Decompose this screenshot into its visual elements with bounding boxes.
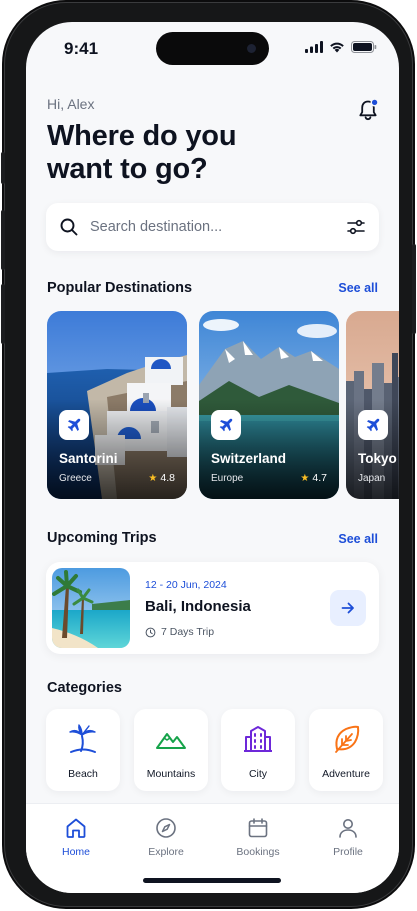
trip-destination: Bali, Indonesia xyxy=(145,598,251,615)
page-title: Where do you want to go? xyxy=(47,120,327,186)
bell-icon xyxy=(359,98,379,121)
rating-value: 4.8 xyxy=(160,472,175,484)
category-adventure[interactable]: Adventure xyxy=(309,709,383,791)
categories-section-title: Categories xyxy=(47,680,122,696)
destination-card-switzerland[interactable]: Switzerland Europe ★ 4.7 xyxy=(199,311,339,499)
leaf-icon xyxy=(335,725,360,753)
nav-label: Explore xyxy=(148,846,184,858)
notifications-button[interactable] xyxy=(354,96,382,124)
destination-card-tokyo[interactable]: Tokyo Japan xyxy=(346,311,399,499)
rating-value: 4.7 xyxy=(312,472,327,484)
trip-open-button[interactable] xyxy=(330,590,366,626)
category-label: Beach xyxy=(68,768,98,780)
signal-icon xyxy=(305,41,323,53)
destination-rating: ★ 4.8 xyxy=(148,472,175,484)
mountain-icon xyxy=(156,733,186,749)
destination-name: Tokyo xyxy=(358,451,397,466)
home-indicator[interactable] xyxy=(143,878,281,883)
plane-icon xyxy=(219,418,233,432)
category-label: City xyxy=(248,768,268,780)
upcoming-see-all-link[interactable]: See all xyxy=(338,532,378,546)
nav-profile[interactable]: Profile xyxy=(308,816,388,858)
plane-icon xyxy=(366,418,380,432)
nav-label: Home xyxy=(61,846,90,858)
clock-icon xyxy=(145,627,156,637)
plane-badge xyxy=(59,410,89,440)
user-icon xyxy=(339,819,357,838)
compass-icon xyxy=(156,818,176,838)
destination-region: Japan xyxy=(358,473,386,484)
search-icon xyxy=(60,218,78,236)
categories-row: Beach Mountains City Adventure xyxy=(46,709,383,791)
calendar-icon xyxy=(248,818,268,838)
greeting-text: Hi, Alex xyxy=(47,96,95,112)
star-icon: ★ xyxy=(300,472,310,484)
plane-badge xyxy=(358,410,388,440)
arrow-right-icon xyxy=(341,602,354,614)
category-label: Mountains xyxy=(146,768,196,780)
destination-region: Europe xyxy=(211,473,244,484)
battery-icon xyxy=(351,41,377,53)
nav-home[interactable]: Home xyxy=(36,816,116,858)
star-icon: ★ xyxy=(148,472,158,484)
nav-explore[interactable]: Explore xyxy=(126,816,206,858)
building-icon xyxy=(244,726,272,752)
destination-carousel: Santorini Greece ★ 4.8 Switzerland Europ… xyxy=(47,311,399,499)
category-label: Adventure xyxy=(322,768,370,780)
upcoming-section-title: Upcoming Trips xyxy=(47,530,157,546)
destination-card-santorini[interactable]: Santorini Greece ★ 4.8 xyxy=(47,311,187,499)
action-button xyxy=(1,152,5,184)
home-icon xyxy=(66,818,86,838)
destination-region: Greece xyxy=(59,473,92,484)
dynamic-island xyxy=(156,32,269,65)
filter-icon[interactable] xyxy=(345,216,367,238)
trip-dates: 12 - 20 Jun, 2024 xyxy=(145,579,227,591)
search-bar xyxy=(46,203,379,251)
trip-duration-label: 7 Days Trip xyxy=(161,626,215,638)
phone-frame: 9:41 Hi, Alex Where do you want to go? S… xyxy=(1,2,416,907)
category-mountains[interactable]: Mountains xyxy=(134,709,208,791)
camera-icon xyxy=(247,44,256,53)
nav-label: Bookings xyxy=(236,846,280,858)
plane-icon xyxy=(67,418,81,432)
trip-duration: 7 Days Trip xyxy=(145,626,214,638)
power-button xyxy=(412,244,416,334)
status-time: 9:41 xyxy=(64,39,99,58)
status-icons xyxy=(305,41,377,53)
notification-dot xyxy=(370,98,379,107)
search-input[interactable] xyxy=(90,203,330,251)
category-city[interactable]: City xyxy=(221,709,295,791)
page-title-line-1: Where do you xyxy=(47,120,237,152)
category-beach[interactable]: Beach xyxy=(46,709,120,791)
app-screen: 9:41 Hi, Alex Where do you want to go? S… xyxy=(26,22,399,893)
wifi-icon xyxy=(330,42,344,53)
bali-photo xyxy=(52,568,130,648)
status-bar: 9:41 xyxy=(26,22,399,74)
page-title-line-2: want to go? xyxy=(47,153,208,185)
palm-tree-icon xyxy=(69,724,96,753)
destination-name: Santorini xyxy=(59,451,118,466)
volume-down-button xyxy=(1,284,5,344)
plane-badge xyxy=(211,410,241,440)
popular-section-title: Popular Destinations xyxy=(47,280,193,296)
volume-up-button xyxy=(1,210,5,270)
popular-see-all-link[interactable]: See all xyxy=(338,281,378,295)
nav-label: Profile xyxy=(333,846,363,858)
nav-bookings[interactable]: Bookings xyxy=(218,816,298,858)
trip-card[interactable]: 12 - 20 Jun, 2024 Bali, Indonesia 7 Days… xyxy=(46,562,379,654)
trip-thumbnail xyxy=(52,568,130,648)
destination-rating: ★ 4.7 xyxy=(300,472,327,484)
destination-name: Switzerland xyxy=(211,451,287,466)
